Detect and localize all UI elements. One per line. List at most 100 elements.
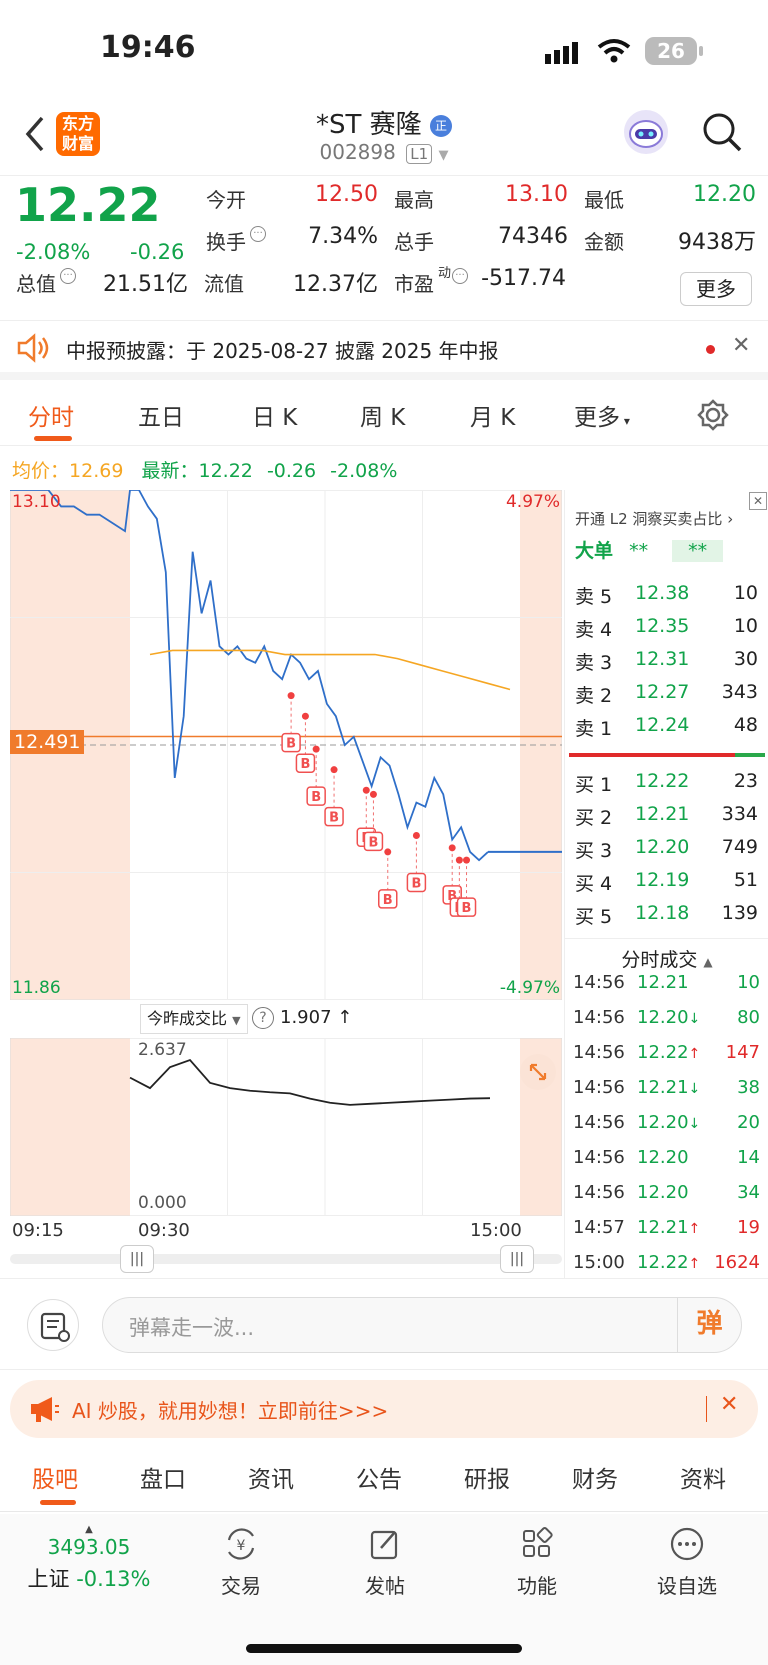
info-icon[interactable]: ··· [250, 226, 266, 242]
intraday-chart[interactable]: BBBBBBBBBBB 13.10 4.97% 11.86 -4.97% 12.… [10, 490, 562, 1000]
buy-point [369, 790, 377, 798]
buy-point [312, 745, 320, 753]
tick-volume: 147 [725, 1042, 760, 1063]
battery-level: 26 [657, 39, 685, 63]
buy-point [463, 856, 471, 864]
stat-value: 12.50 [315, 182, 378, 207]
ratio-bottom-label: 0.000 [138, 1193, 187, 1213]
order-book-panel: ✕ 开通 L2 洞察买卖占比 › 大单 ** ** 卖 5 12.38 10 卖 4 1… [564, 490, 768, 1278]
stat-label: 总值 [16, 272, 56, 296]
bottom-tab[interactable]: 资料 [680, 1460, 726, 1494]
notice-bar[interactable]: 中报预披露：于 2025-08-27 披露 2025 年中报 ✕ [0, 320, 768, 380]
buy-marker-label: B [300, 757, 310, 772]
bottom-tab-underline [40, 1500, 76, 1505]
dock-item[interactable]: ¥ 交易 [196, 1524, 286, 1599]
stat-value: 12.37亿 [293, 272, 378, 297]
chart-tab[interactable]: 五日 [138, 398, 184, 432]
stat-label: 最高 [394, 188, 434, 212]
buy-marker-label: B [329, 811, 339, 826]
tick-time: 14:56 [573, 1007, 625, 1028]
info-icon[interactable]: ··· [452, 268, 468, 284]
robot-avatar-icon[interactable] [624, 110, 668, 154]
tick-price: 12.20↓ [637, 1007, 700, 1028]
help-icon[interactable]: ? [252, 1007, 274, 1029]
danmu-input[interactable]: 弹幕走一波... 弹 [102, 1297, 742, 1353]
ask-price: 12.24 [635, 714, 690, 736]
settings-gear-icon[interactable] [696, 398, 730, 436]
pe-superscript: 动 [438, 266, 452, 281]
wifi-icon [597, 38, 631, 68]
ratio-line [129, 1058, 491, 1106]
big-order-v1: ** [629, 540, 649, 562]
notice-close-icon[interactable]: ✕ [732, 333, 750, 358]
dock-item[interactable]: 发帖 [340, 1524, 430, 1599]
ratio-arrow: ↑ [337, 1007, 353, 1028]
info-icon[interactable]: ··· [60, 268, 76, 284]
range-slider[interactable]: ||| ||| [10, 1245, 562, 1273]
bid-price: 12.20 [635, 836, 690, 858]
battery-cap [699, 46, 703, 56]
tick-volume: 19 [737, 1217, 760, 1238]
chart-tabs: 分时 五日 日 K 周 K 月 K 更多 ▾ [0, 388, 768, 446]
tick-price-value: 12.21 [637, 1077, 689, 1098]
chart-tab[interactable]: 分时 [28, 398, 74, 432]
dock-item[interactable]: 设自选 [642, 1524, 732, 1599]
ticks-title-label: 分时成交 [621, 949, 698, 971]
ai-banner-close-icon[interactable]: ✕ [720, 1392, 738, 1417]
bid-vol: 334 [721, 803, 758, 825]
more-button[interactable]: 更多 [680, 272, 752, 306]
bid-label: 买 5 [575, 906, 613, 928]
search-icon[interactable] [700, 110, 744, 158]
bottom-tab[interactable]: 股吧 [32, 1460, 78, 1494]
index-value: 3493.05 [47, 1535, 131, 1559]
buy-point [362, 786, 370, 794]
bottom-tab[interactable]: 研报 [464, 1460, 510, 1494]
ai-banner[interactable]: AI 炒股，就用妙想！立即前往>>> ✕ [10, 1380, 758, 1438]
danmu-toggle-button[interactable]: 弹 [677, 1298, 741, 1352]
ticks-title[interactable]: 分时成交 ▲ [565, 938, 768, 972]
ask-price: 12.38 [635, 582, 690, 604]
stat-label: 流值 [204, 272, 244, 296]
chart-tab[interactable]: 更多 ▾ [574, 398, 630, 432]
expand-icon[interactable] [520, 1054, 556, 1090]
stat-value: 74346 [498, 224, 568, 249]
chevron-down-icon: ▼ [232, 1014, 241, 1027]
l2-promo-link[interactable]: 开通 L2 洞察买卖占比 › [575, 508, 733, 529]
bid-ask-ratio-green [735, 753, 765, 757]
bid-vol: 139 [721, 902, 758, 924]
bid-ask-ratio-bar [569, 753, 765, 757]
slider-handle-left[interactable]: ||| [120, 1245, 154, 1273]
bid-vol: 23 [733, 770, 758, 792]
index-widget[interactable]: ▲ 3493.05 上证 -0.13% [14, 1524, 164, 1593]
stat-value: -517.74 [481, 266, 566, 291]
cursor-price-tag: 12.491 [10, 730, 85, 754]
ratio-chart[interactable]: 2.637 0.000 [10, 1038, 562, 1216]
avg-label: 均价： [12, 460, 70, 482]
tick-time: 14:56 [573, 1112, 625, 1133]
chart-tab[interactable]: 月 K [470, 398, 515, 432]
chart-legend: 均价：12.69 最新：12.22 -0.26 -2.08% [12, 456, 397, 483]
chart-tab[interactable]: 周 K [360, 398, 405, 432]
current-price: 12.22 [15, 178, 161, 232]
ratio-selector[interactable]: 今昨成交比 ▼ [140, 1004, 248, 1034]
bottom-tab[interactable]: 盘口 [140, 1460, 186, 1494]
bottom-dock: ▲ 3493.05 上证 -0.13% ¥ 交易 发帖 功能 设自选 [0, 1514, 768, 1665]
bottom-tab[interactable]: 公告 [356, 1460, 402, 1494]
stat-value: 12.20 [693, 182, 756, 207]
battery-icon: 26 [645, 37, 697, 65]
promo-close-icon[interactable]: ✕ [749, 492, 767, 510]
bottom-tab[interactable]: 财务 [572, 1460, 618, 1494]
dock-item[interactable]: 功能 [492, 1524, 582, 1599]
slider-handle-right[interactable]: ||| [500, 1245, 534, 1273]
bottom-tab[interactable]: 资讯 [248, 1460, 294, 1494]
danmu-list-icon[interactable] [27, 1299, 79, 1351]
active-tab-underline [34, 436, 72, 441]
tick-price-value: 12.20 [637, 1182, 689, 1203]
stat-label: 总手 [394, 230, 434, 254]
chart-tab[interactable]: 日 K [252, 398, 297, 432]
bid-price: 12.19 [635, 869, 690, 891]
latest-value: 12.22 [198, 460, 253, 482]
ask-label: 卖 3 [575, 652, 613, 674]
low-pct-label: -4.97% [499, 978, 560, 998]
sub-pre-shade [10, 1038, 130, 1216]
